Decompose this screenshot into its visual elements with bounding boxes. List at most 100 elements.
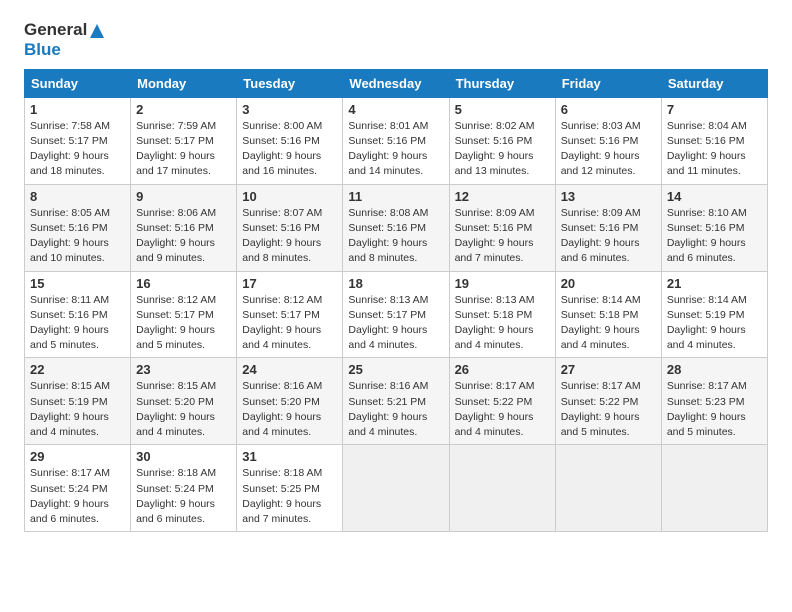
day-number-11: 11: [348, 189, 443, 204]
day-number-14: 14: [667, 189, 762, 204]
day-cell-10: 10 Sunrise: 8:07 AMSunset: 5:16 PMDayligh…: [237, 184, 343, 271]
header-saturday: Saturday: [661, 69, 767, 97]
day-number-18: 18: [348, 276, 443, 291]
logo-general: General: [24, 20, 87, 39]
day-number-28: 28: [667, 362, 762, 377]
day-info-20: Sunrise: 8:14 AMSunset: 5:18 PMDaylight:…: [561, 293, 656, 354]
logo-triangle-icon: [88, 22, 106, 40]
day-cell-31: 31 Sunrise: 8:18 AMSunset: 5:25 PMDayligh…: [237, 445, 343, 532]
day-number-30: 30: [136, 449, 231, 464]
day-cell-20: 20 Sunrise: 8:14 AMSunset: 5:18 PMDayligh…: [555, 271, 661, 358]
day-info-12: Sunrise: 8:09 AMSunset: 5:16 PMDaylight:…: [455, 206, 550, 267]
day-cell-13: 13 Sunrise: 8:09 AMSunset: 5:16 PMDayligh…: [555, 184, 661, 271]
day-number-9: 9: [136, 189, 231, 204]
day-info-30: Sunrise: 8:18 AMSunset: 5:24 PMDaylight:…: [136, 466, 231, 527]
day-cell-12: 12Sunrise: 8:09 AMSunset: 5:16 PMDayligh…: [449, 184, 555, 271]
day-info-25: Sunrise: 8:16 AMSunset: 5:21 PMDaylight:…: [348, 379, 443, 440]
day-cell-5: 5Sunrise: 8:02 AMSunset: 5:16 PMDaylight…: [449, 97, 555, 184]
day-number-3: 3: [242, 102, 337, 117]
logo-text: General Blue: [24, 20, 107, 61]
day-info-16: Sunrise: 8:12 AMSunset: 5:17 PMDaylight:…: [136, 293, 231, 354]
day-info-18: Sunrise: 8:13 AMSunset: 5:17 PMDaylight:…: [348, 293, 443, 354]
day-cell-29: 29 Sunrise: 8:17 AMSunset: 5:24 PMDayligh…: [25, 445, 131, 532]
day-cell-18: 18 Sunrise: 8:13 AMSunset: 5:17 PMDayligh…: [343, 271, 449, 358]
day-info-10: Sunrise: 8:07 AMSunset: 5:16 PMDaylight:…: [242, 206, 337, 267]
day-cell-28: 28Sunrise: 8:17 AMSunset: 5:23 PMDayligh…: [661, 358, 767, 445]
day-number-19: 19: [455, 276, 550, 291]
day-info-1: Sunrise: 7:58 AMSunset: 5:17 PMDaylight:…: [30, 119, 125, 180]
week-row-1: 1Sunrise: 7:58 AMSunset: 5:17 PMDaylight…: [25, 97, 768, 184]
day-cell-9: 9 Sunrise: 8:06 AMSunset: 5:16 PMDaylight…: [131, 184, 237, 271]
day-info-14: Sunrise: 8:10 AMSunset: 5:16 PMDaylight:…: [667, 206, 762, 267]
header: General Blue: [24, 20, 768, 61]
header-thursday: Thursday: [449, 69, 555, 97]
logo-blue: Blue: [24, 40, 61, 59]
day-number-4: 4: [348, 102, 443, 117]
day-info-22: Sunrise: 8:15 AMSunset: 5:19 PMDaylight:…: [30, 379, 125, 440]
day-number-5: 5: [455, 102, 550, 117]
day-info-26: Sunrise: 8:17 AMSunset: 5:22 PMDaylight:…: [455, 379, 550, 440]
day-cell-4: 4 Sunrise: 8:01 AMSunset: 5:16 PMDaylight…: [343, 97, 449, 184]
day-info-21: Sunrise: 8:14 AMSunset: 5:19 PMDaylight:…: [667, 293, 762, 354]
day-number-25: 25: [348, 362, 443, 377]
empty-cell: [661, 445, 767, 532]
day-info-2: Sunrise: 7:59 AMSunset: 5:17 PMDaylight:…: [136, 119, 231, 180]
day-number-17: 17: [242, 276, 337, 291]
empty-cell: [449, 445, 555, 532]
header-row: SundayMondayTuesdayWednesdayThursdayFrid…: [25, 69, 768, 97]
header-wednesday: Wednesday: [343, 69, 449, 97]
logo: General Blue: [24, 20, 107, 61]
day-info-9: Sunrise: 8:06 AMSunset: 5:16 PMDaylight:…: [136, 206, 231, 267]
day-number-21: 21: [667, 276, 762, 291]
day-info-11: Sunrise: 8:08 AMSunset: 5:16 PMDaylight:…: [348, 206, 443, 267]
day-number-23: 23: [136, 362, 231, 377]
day-cell-8: 8 Sunrise: 8:05 AMSunset: 5:16 PMDaylight…: [25, 184, 131, 271]
day-info-19: Sunrise: 8:13 AMSunset: 5:18 PMDaylight:…: [455, 293, 550, 354]
day-cell-16: 16Sunrise: 8:12 AMSunset: 5:17 PMDayligh…: [131, 271, 237, 358]
day-info-23: Sunrise: 8:15 AMSunset: 5:20 PMDaylight:…: [136, 379, 231, 440]
day-info-24: Sunrise: 8:16 AMSunset: 5:20 PMDaylight:…: [242, 379, 337, 440]
day-cell-7: 7 Sunrise: 8:04 AMSunset: 5:16 PMDaylight…: [661, 97, 767, 184]
day-number-7: 7: [667, 102, 762, 117]
day-number-20: 20: [561, 276, 656, 291]
header-friday: Friday: [555, 69, 661, 97]
day-cell-23: 23 Sunrise: 8:15 AMSunset: 5:20 PMDayligh…: [131, 358, 237, 445]
day-info-31: Sunrise: 8:18 AMSunset: 5:25 PMDaylight:…: [242, 466, 337, 527]
day-cell-30: 30 Sunrise: 8:18 AMSunset: 5:24 PMDayligh…: [131, 445, 237, 532]
day-cell-6: 6Sunrise: 8:03 AMSunset: 5:16 PMDaylight…: [555, 97, 661, 184]
day-info-4: Sunrise: 8:01 AMSunset: 5:16 PMDaylight:…: [348, 119, 443, 180]
week-row-4: 22 Sunrise: 8:15 AMSunset: 5:19 PMDayligh…: [25, 358, 768, 445]
week-row-2: 8 Sunrise: 8:05 AMSunset: 5:16 PMDaylight…: [25, 184, 768, 271]
day-number-10: 10: [242, 189, 337, 204]
day-number-27: 27: [561, 362, 656, 377]
empty-cell: [343, 445, 449, 532]
calendar-body: 1Sunrise: 7:58 AMSunset: 5:17 PMDaylight…: [25, 97, 768, 531]
day-number-13: 13: [561, 189, 656, 204]
calendar-table: SundayMondayTuesdayWednesdayThursdayFrid…: [24, 69, 768, 532]
week-row-5: 29 Sunrise: 8:17 AMSunset: 5:24 PMDayligh…: [25, 445, 768, 532]
day-cell-14: 14 Sunrise: 8:10 AMSunset: 5:16 PMDayligh…: [661, 184, 767, 271]
day-info-17: Sunrise: 8:12 AMSunset: 5:17 PMDaylight:…: [242, 293, 337, 354]
day-info-8: Sunrise: 8:05 AMSunset: 5:16 PMDaylight:…: [30, 206, 125, 267]
day-cell-15: 15 Sunrise: 8:11 AMSunset: 5:16 PMDayligh…: [25, 271, 131, 358]
header-sunday: Sunday: [25, 69, 131, 97]
day-number-26: 26: [455, 362, 550, 377]
day-info-27: Sunrise: 8:17 AMSunset: 5:22 PMDaylight:…: [561, 379, 656, 440]
day-number-22: 22: [30, 362, 125, 377]
day-cell-3: 3Sunrise: 8:00 AMSunset: 5:16 PMDaylight…: [237, 97, 343, 184]
day-number-8: 8: [30, 189, 125, 204]
day-number-2: 2: [136, 102, 231, 117]
day-info-29: Sunrise: 8:17 AMSunset: 5:24 PMDaylight:…: [30, 466, 125, 527]
day-info-13: Sunrise: 8:09 AMSunset: 5:16 PMDaylight:…: [561, 206, 656, 267]
day-cell-24: 24Sunrise: 8:16 AMSunset: 5:20 PMDayligh…: [237, 358, 343, 445]
day-number-29: 29: [30, 449, 125, 464]
empty-cell: [555, 445, 661, 532]
day-cell-21: 21 Sunrise: 8:14 AMSunset: 5:19 PMDayligh…: [661, 271, 767, 358]
day-number-31: 31: [242, 449, 337, 464]
day-info-15: Sunrise: 8:11 AMSunset: 5:16 PMDaylight:…: [30, 293, 125, 354]
day-cell-17: 17 Sunrise: 8:12 AMSunset: 5:17 PMDayligh…: [237, 271, 343, 358]
day-number-15: 15: [30, 276, 125, 291]
day-cell-2: 2 Sunrise: 7:59 AMSunset: 5:17 PMDaylight…: [131, 97, 237, 184]
day-info-7: Sunrise: 8:04 AMSunset: 5:16 PMDaylight:…: [667, 119, 762, 180]
header-tuesday: Tuesday: [237, 69, 343, 97]
